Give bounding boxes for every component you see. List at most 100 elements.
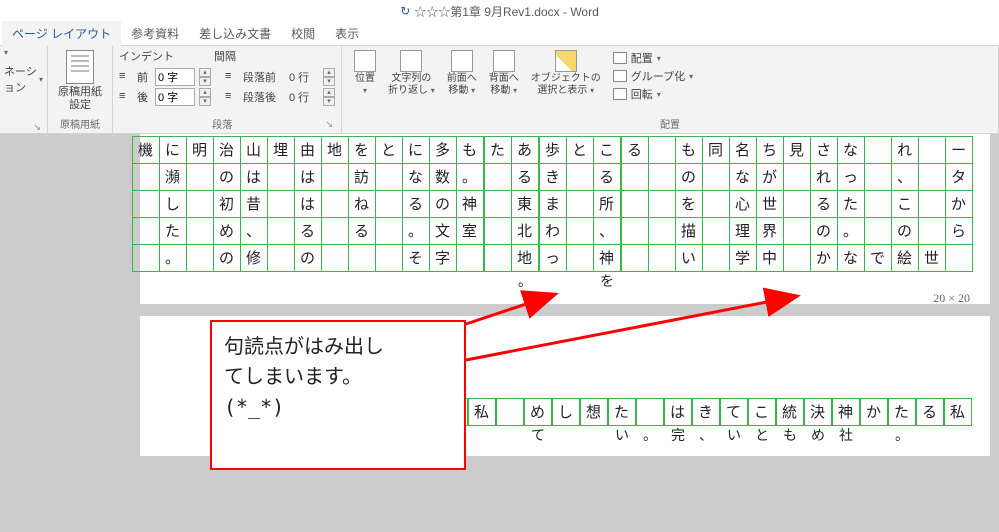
spinner[interactable]: ▴▾ <box>323 68 335 86</box>
genkou-overflow-cell <box>860 425 888 439</box>
genkou-overflow-cell <box>944 425 972 439</box>
ribbon-group-stub: ▾ ネーション▾ ↘ <box>0 46 48 133</box>
genkou-cell: き <box>692 398 720 426</box>
genkou-overflow-cell <box>552 425 580 439</box>
arrange-right-1[interactable]: グループ化 ▾ <box>613 68 693 84</box>
genkou-column: し <box>552 398 580 439</box>
group-label-arrange: 配置 <box>348 116 992 133</box>
genkou-cell <box>186 244 214 272</box>
genkou-cell: さ <box>810 136 838 164</box>
genkou-column: ある東北地。 <box>511 136 539 285</box>
indent-before-input[interactable] <box>155 68 195 86</box>
genkou-overflow-cell: い <box>720 425 748 439</box>
genkou-column: 想 <box>580 398 608 439</box>
arrange-button-2[interactable]: 前面へ移動 ▾ <box>441 48 483 98</box>
genkou-cell: は <box>294 163 322 191</box>
dialog-launcher-icon[interactable]: ↘ <box>4 122 43 133</box>
genkou-cell: が <box>756 163 784 191</box>
genkou-cell: 瀕 <box>159 163 187 191</box>
genkou-cell: 名 <box>729 136 757 164</box>
tab-1[interactable]: 参考資料 <box>121 21 189 46</box>
genkou-column: こる所、神を <box>593 136 621 285</box>
genkou-cell: 私 <box>468 398 496 426</box>
genkou-cell: る <box>294 217 322 245</box>
genkou-cell <box>484 217 512 245</box>
genkou-cell: か <box>860 398 888 426</box>
tab-2[interactable]: 差し込み文書 <box>189 21 281 46</box>
genkou-column: ものを描い <box>675 136 702 285</box>
genkou-column: た <box>484 136 511 285</box>
genkou-cell: 山 <box>240 136 268 164</box>
indent-after-input[interactable] <box>155 88 195 106</box>
genkou-cell: 字 <box>429 244 457 272</box>
genkou-column: と <box>375 136 402 285</box>
genkou-overflow-cell: め <box>804 425 832 439</box>
tab-0[interactable]: ページ レイアウト <box>2 21 121 46</box>
genkou-column: 歩きまわっ <box>539 136 566 285</box>
genkou-column: も。神室 <box>456 136 484 285</box>
genkou-cell <box>621 244 649 272</box>
tab-3[interactable]: 校閲 <box>281 21 325 46</box>
genkou-cell: と <box>566 136 594 164</box>
genkou-cell: 、 <box>593 217 621 245</box>
genkou-column: 明 <box>186 136 213 285</box>
stub-item[interactable]: ▾ <box>4 48 8 57</box>
tab-4[interactable]: 表示 <box>325 21 369 46</box>
genkou-cell <box>702 217 730 245</box>
genkou-column: になる。そ <box>402 136 429 285</box>
genkou-column: き、 <box>692 398 720 439</box>
genkou-cell <box>702 244 730 272</box>
genkou-cell: 私 <box>944 398 972 426</box>
genkou-cell: そ <box>402 244 430 272</box>
stub-item-pagination[interactable]: ネーション▾ <box>4 63 43 95</box>
arrange-right-0[interactable]: 配置 ▾ <box>613 50 693 66</box>
spinner[interactable]: ▴▾ <box>199 88 211 106</box>
genkou-cell: 。 <box>159 244 187 272</box>
genkou-cell <box>702 163 730 191</box>
arrange-right-2[interactable]: 回転 ▾ <box>613 86 693 102</box>
genkou-cell <box>566 244 594 272</box>
genkou-cell <box>636 398 664 426</box>
genkou-column: た。 <box>888 398 916 439</box>
genkou-column <box>648 136 675 285</box>
document-area[interactable]: ータから世れ、この絵でなった。なされるのか見ちが世界中名な心理学同ものを描いるこ… <box>0 134 999 532</box>
genkou-cell <box>864 163 892 191</box>
genkou-cell: め <box>213 217 241 245</box>
genkou-column: 地 <box>321 136 348 285</box>
genkou-column: る <box>916 398 944 439</box>
genkou-cell: る <box>511 163 539 191</box>
spinner[interactable]: ▴▾ <box>323 88 335 106</box>
spinner[interactable]: ▴▾ <box>199 68 211 86</box>
genkou-cell <box>648 190 676 218</box>
genkou-cell: に <box>402 136 430 164</box>
genkou-overflow-cell: を <box>593 271 621 285</box>
genkou-cell: こ <box>891 190 919 218</box>
genkou-cell: 。 <box>837 217 865 245</box>
genkou-cell: 絵 <box>891 244 919 272</box>
genkou-cell: 、 <box>240 217 268 245</box>
genkou-column: 山は昔、修 <box>240 136 267 285</box>
genkou-column: ータから <box>945 136 972 285</box>
genkou-column: 埋 <box>267 136 294 285</box>
genkou-column: 機 <box>132 136 159 285</box>
genkou-cell: き <box>539 163 567 191</box>
arrange-button-0[interactable]: 位置 ▾ <box>348 48 382 98</box>
genkou-cell <box>783 163 811 191</box>
arrange-button-3[interactable]: 背面へ移動 ▾ <box>483 48 525 98</box>
genkou-cell: も <box>456 136 484 164</box>
spacing-after-icon: ≡ <box>225 90 239 104</box>
dialog-launcher-icon[interactable]: ↘ <box>325 119 335 130</box>
genkou-cell: を <box>348 136 376 164</box>
genkou-cell <box>186 190 214 218</box>
arrange-button-1[interactable]: 文字列の折り返し ▾ <box>382 48 441 98</box>
genkou-cell: た <box>484 136 512 164</box>
genkou-cell: 昔 <box>240 190 268 218</box>
genkou-cell: 文 <box>429 217 457 245</box>
genkou-settings-button[interactable]: 原稿用紙 設定 <box>54 48 106 114</box>
mini-icon <box>613 70 627 82</box>
arrange-button-4[interactable]: オブジェクトの選択と表示 ▾ <box>525 48 607 98</box>
spacing-before-value: 0 行 <box>289 69 319 85</box>
genkou-column: 由ははるの <box>294 136 321 285</box>
genkou-cell <box>132 163 160 191</box>
genkou-cell: 同 <box>702 136 730 164</box>
